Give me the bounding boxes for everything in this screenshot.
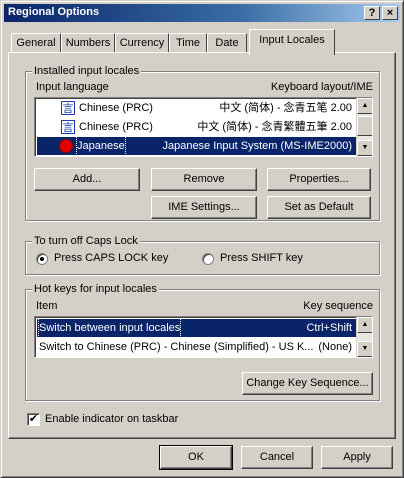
set-default-button[interactable]: Set as Default	[267, 196, 371, 219]
locale-language: Chinese (PRC)	[79, 121, 153, 133]
ok-button[interactable]: OK	[159, 445, 233, 470]
hotkeys-legend: Hot keys for input locales	[32, 283, 159, 295]
locale-layout: 中文 (简体) - 念青五笔 2.00	[219, 102, 352, 114]
locale-language: Japanese	[76, 136, 126, 156]
enable-indicator-checkbox[interactable]: ✔	[27, 413, 40, 426]
change-key-sequence-button[interactable]: Change Key Sequence...	[242, 372, 373, 395]
enable-indicator-label[interactable]: Enable indicator on taskbar	[45, 413, 178, 425]
scroll-down-button[interactable]: ▼	[357, 140, 372, 156]
tab-panel: Installed input locales Input language K…	[8, 52, 396, 439]
hotkey-sequence: (None)	[318, 341, 352, 353]
locale-layout: Japanese Input System (MS-IME2000)	[162, 140, 352, 152]
installed-list-scrollbar[interactable]: ▲ ▼	[356, 98, 372, 156]
radio-caps-lock-label[interactable]: Press CAPS LOCK key	[54, 252, 168, 264]
scroll-up-button[interactable]: ▲	[357, 317, 372, 333]
column-input-language: Input language	[36, 81, 109, 93]
tab-currency[interactable]: Currency	[115, 33, 169, 53]
tab-numbers[interactable]: Numbers	[61, 33, 115, 53]
window-title: Regional Options	[8, 6, 100, 18]
title-bar[interactable]: Regional Options ? ×	[4, 4, 400, 22]
close-button[interactable]: ×	[382, 6, 398, 20]
list-item-selected[interactable]: Japanese Japanese Input System (MS-IME20…	[37, 136, 356, 156]
japanese-ime-icon	[59, 139, 73, 153]
column-keyboard-layout: Keyboard layout/IME	[270, 81, 373, 93]
tab-input-locales[interactable]: Input Locales	[249, 29, 335, 55]
radio-shift[interactable]	[202, 253, 214, 265]
hotkeys-group: Hot keys for input locales Item Key sequ…	[25, 283, 380, 401]
installed-locales-list[interactable]: 言 Chinese (PRC) 中文 (简体) - 念青五笔 2.00 言 Ch…	[34, 97, 373, 157]
tab-time[interactable]: Time	[169, 33, 207, 53]
regional-options-window: Regional Options ? × General Numbers Cur…	[0, 0, 404, 478]
ime-settings-button[interactable]: IME Settings...	[151, 196, 257, 219]
column-item: Item	[36, 300, 58, 312]
tab-date[interactable]: Date	[207, 33, 247, 53]
hotkeys-list-scrollbar[interactable]: ▲ ▼	[356, 317, 372, 357]
hotkeys-list[interactable]: Switch between input locales Ctrl+Shift …	[34, 316, 373, 358]
add-button[interactable]: Add...	[34, 168, 140, 191]
chinese-ime-icon: 言	[61, 120, 75, 134]
scroll-down-button[interactable]: ▼	[357, 341, 372, 357]
cancel-button[interactable]: Cancel	[241, 446, 313, 469]
hotkey-item: Switch between input locales	[37, 318, 182, 338]
remove-button[interactable]: Remove	[151, 168, 257, 191]
hotkey-item: Switch to Chinese (PRC) - Chinese (Simpl…	[39, 341, 314, 353]
tab-general[interactable]: General	[11, 33, 61, 53]
list-item[interactable]: 言 Chinese (PRC) 中文 (简体) - 念青五笔 2.00	[37, 99, 356, 117]
scroll-thumb[interactable]	[357, 116, 372, 136]
list-item-selected[interactable]: Switch between input locales Ctrl+Shift	[37, 318, 356, 338]
locale-language: Chinese (PRC)	[79, 102, 153, 114]
list-item[interactable]: 言 Chinese (PRC) 中文 (简体) - 念青繁體五筆 2.00	[37, 118, 356, 136]
caps-lock-group: To turn off Caps Lock Press CAPS LOCK ke…	[25, 235, 380, 275]
caps-lock-legend: To turn off Caps Lock	[32, 235, 140, 247]
properties-button[interactable]: Properties...	[267, 168, 371, 191]
chinese-ime-icon: 言	[61, 101, 75, 115]
hotkey-sequence: Ctrl+Shift	[306, 322, 352, 334]
column-key-sequence: Key sequence	[303, 300, 373, 312]
radio-caps-lock[interactable]	[36, 253, 48, 265]
scroll-up-button[interactable]: ▲	[357, 98, 372, 114]
installed-locales-legend: Installed input locales	[32, 65, 142, 77]
list-item[interactable]: Switch to Chinese (PRC) - Chinese (Simpl…	[37, 338, 356, 356]
help-button[interactable]: ?	[364, 6, 380, 20]
installed-locales-group: Installed input locales Input language K…	[25, 65, 380, 221]
locale-layout: 中文 (简体) - 念青繁體五筆 2.00	[197, 121, 352, 133]
apply-button[interactable]: Apply	[321, 446, 393, 469]
radio-shift-label[interactable]: Press SHIFT key	[220, 252, 303, 264]
